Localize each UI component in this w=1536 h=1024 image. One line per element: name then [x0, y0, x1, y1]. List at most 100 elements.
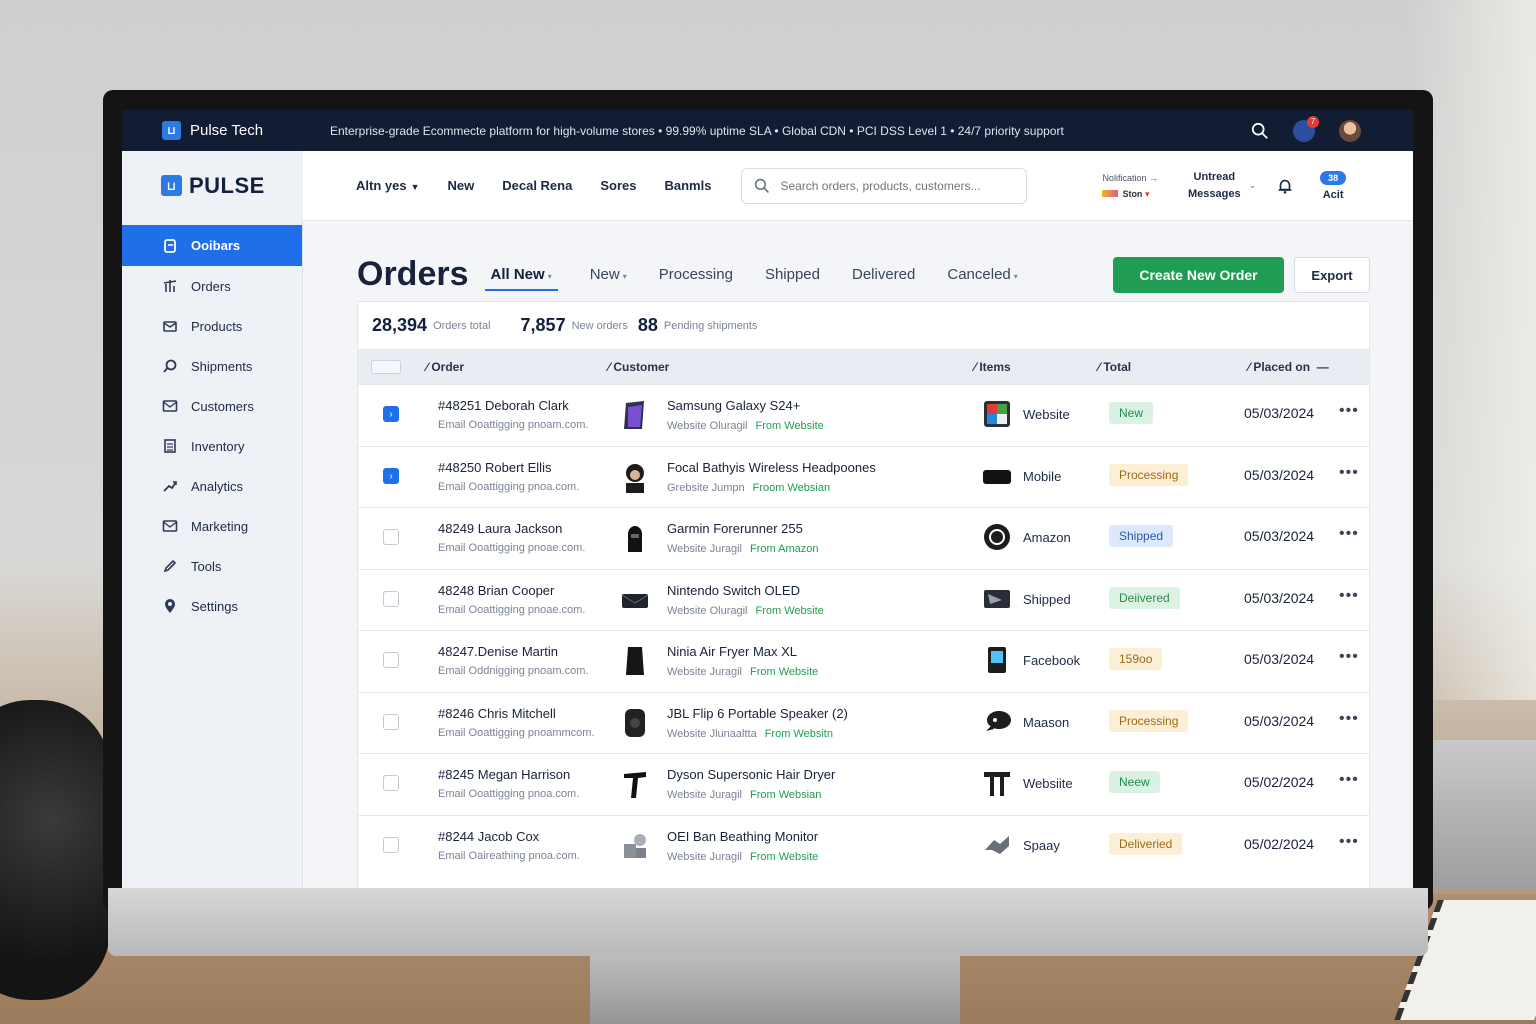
- product-name[interactable]: Nintendo Switch OLED: [667, 583, 800, 598]
- product-name[interactable]: Samsung Galaxy S24+: [667, 398, 800, 413]
- sidebar-item-orders[interactable]: Orders: [122, 266, 302, 306]
- order-customer[interactable]: #8244 Jacob Cox: [438, 829, 539, 844]
- more-actions-icon[interactable]: •••: [1339, 771, 1359, 789]
- topbar-brand: Pulse Tech: [190, 122, 264, 139]
- product-name[interactable]: JBL Flip 6 Portable Speaker (2): [667, 706, 848, 721]
- pin-icon: [162, 598, 178, 614]
- order-customer[interactable]: 48247.Denise Martin: [438, 644, 558, 659]
- nav-item-3[interactable]: Sores: [600, 178, 636, 193]
- search-input[interactable]: [780, 178, 1011, 193]
- order-customer[interactable]: #48250 Robert Ellis: [438, 460, 551, 475]
- col-customer[interactable]: ⁄ Customer: [608, 360, 669, 374]
- table-row[interactable]: 48249 Laura Jackson Email Ooattigging pn…: [358, 507, 1369, 569]
- bell-icon[interactable]: [1276, 177, 1294, 195]
- product-source: Website Juragil From Website: [667, 666, 819, 678]
- avatar[interactable]: [1339, 119, 1361, 142]
- more-actions-icon[interactable]: •••: [1339, 648, 1359, 666]
- product-name[interactable]: Dyson Supersonic Hair Dryer: [667, 767, 835, 782]
- product-name[interactable]: Focal Bathyis Wireless Headpoones: [667, 460, 876, 475]
- account-menu[interactable]: 38 Acit: [1320, 170, 1347, 201]
- sidebar-item-tools[interactable]: Tools: [122, 546, 302, 586]
- channel-label: Facebook: [1023, 653, 1081, 668]
- row-checkbox[interactable]: [383, 836, 399, 853]
- tab-shipped[interactable]: Shipped: [765, 266, 820, 283]
- nav-item-0[interactable]: Altn yes ▼: [356, 178, 420, 193]
- more-actions-icon[interactable]: •••: [1339, 464, 1359, 482]
- sidebar-item-inventory[interactable]: Inventory: [122, 426, 302, 466]
- tab-new[interactable]: New ▾: [590, 266, 627, 283]
- sidebar-item-ooibars[interactable]: Ooibars: [122, 225, 302, 266]
- brand-logo[interactable]: ⊔ PULSE: [122, 150, 303, 221]
- tab-all-new[interactable]: All New ▾: [484, 258, 558, 291]
- more-actions-icon[interactable]: •••: [1339, 710, 1359, 728]
- more-actions-icon[interactable]: •••: [1339, 833, 1359, 851]
- table-row[interactable]: › #48250 Robert Ellis Email Ooattigging …: [358, 445, 1369, 508]
- chevron-down-icon[interactable]: ⌄: [1249, 180, 1257, 191]
- product-name[interactable]: OEI Ban Beathing Monitor: [667, 829, 818, 844]
- row-checkbox[interactable]: ›: [383, 406, 399, 422]
- monitor-chin: [108, 888, 1428, 956]
- col-order[interactable]: ⁄ Order: [426, 360, 464, 374]
- stat-value: 88: [637, 315, 658, 335]
- product-name[interactable]: Garmin Forerunner 255: [667, 521, 803, 536]
- sidebar-item-label: Settings: [191, 598, 238, 614]
- col-placed-on[interactable]: ⁄ Placed on —: [1248, 360, 1329, 374]
- table-row[interactable]: › #48251 Deborah Clark Email Ooattigging…: [358, 384, 1369, 446]
- table-row[interactable]: 48248 Brian Cooper Email Ooattigging pno…: [358, 568, 1369, 631]
- row-checkbox[interactable]: [383, 652, 399, 668]
- row-checkbox[interactable]: [383, 713, 399, 730]
- table-row[interactable]: #8245 Megan Harrison Email Ooattigging p…: [358, 753, 1369, 815]
- search-box[interactable]: [741, 167, 1028, 204]
- stat-label: Pending shipments: [663, 319, 758, 332]
- table-row[interactable]: #8244 Jacob Cox Email Oaireathing pnoa.c…: [358, 814, 1369, 877]
- sidebar-item-settings[interactable]: Settings: [122, 586, 302, 626]
- flag-icon: [1102, 189, 1119, 197]
- sidebar-item-label: Products: [191, 318, 243, 334]
- select-all-checkbox[interactable]: [371, 360, 401, 374]
- placed-date: 05/03/2024: [1244, 528, 1315, 544]
- nav-item-1[interactable]: New: [448, 178, 475, 193]
- more-actions-icon[interactable]: •••: [1339, 402, 1359, 420]
- placed-date: 05/03/2024: [1244, 651, 1315, 667]
- table-row[interactable]: #8246 Chris Mitchell Email Ooattigging p…: [358, 691, 1369, 754]
- col-total[interactable]: ⁄ Total: [1098, 360, 1131, 374]
- table-row[interactable]: 48247.Denise Martin Email Oddnigging pno…: [358, 630, 1369, 692]
- sidebar-item-products[interactable]: Products: [122, 306, 302, 346]
- order-customer[interactable]: #8245 Megan Harrison: [438, 767, 570, 782]
- tab-canceled[interactable]: Canceled ▾: [947, 266, 1017, 283]
- tab-processing[interactable]: Processing: [659, 266, 733, 283]
- sidebar-item-marketing[interactable]: Marketing: [122, 506, 302, 546]
- sidebar-item-shipments[interactable]: Shipments: [122, 346, 302, 386]
- row-checkbox[interactable]: [383, 529, 399, 545]
- row-checkbox[interactable]: [383, 775, 399, 791]
- nav-item-2[interactable]: Decal Rena: [502, 178, 572, 193]
- topbar-logo[interactable]: ⊔ Pulse Tech: [162, 121, 330, 140]
- sidebar-item-label: Orders: [191, 278, 231, 294]
- more-actions-icon[interactable]: •••: [1339, 525, 1359, 543]
- stats-bar: 28,394 Orders total 7,857 New orders 88 …: [357, 301, 1370, 349]
- sidebar-item-customers[interactable]: Customers: [122, 386, 302, 426]
- export-button[interactable]: Export: [1294, 257, 1370, 293]
- headphones: [0, 700, 110, 1000]
- create-order-button[interactable]: Create New Order: [1113, 257, 1284, 293]
- nav-item-4[interactable]: Banmls: [664, 178, 711, 193]
- stat-label: Orders total: [433, 319, 491, 332]
- row-checkbox[interactable]: ›: [383, 467, 399, 484]
- order-customer[interactable]: 48249 Laura Jackson: [438, 521, 562, 536]
- search-icon[interactable]: [1251, 122, 1269, 140]
- col-items[interactable]: ⁄ Items: [974, 360, 1011, 374]
- page-title: Orders: [357, 254, 469, 293]
- more-actions-icon[interactable]: •••: [1339, 587, 1359, 605]
- row-checkbox[interactable]: [383, 590, 399, 607]
- product-name[interactable]: Ninia Air Fryer Max XL: [667, 644, 797, 659]
- channel-icon: [982, 399, 1012, 429]
- order-customer[interactable]: #48251 Deborah Clark: [438, 398, 569, 413]
- status-badge: New: [1109, 402, 1154, 424]
- notification-menu[interactable]: Nolification → Ston ▾: [1102, 170, 1158, 202]
- order-customer[interactable]: #8246 Chris Mitchell: [438, 706, 556, 721]
- messages-menu[interactable]: Untread Messages: [1188, 169, 1241, 203]
- notification-icon[interactable]: 7: [1293, 115, 1319, 142]
- tab-delivered[interactable]: Delivered: [852, 266, 915, 283]
- order-customer[interactable]: 48248 Brian Cooper: [438, 583, 554, 598]
- sidebar-item-analytics[interactable]: Analytics: [122, 466, 302, 506]
